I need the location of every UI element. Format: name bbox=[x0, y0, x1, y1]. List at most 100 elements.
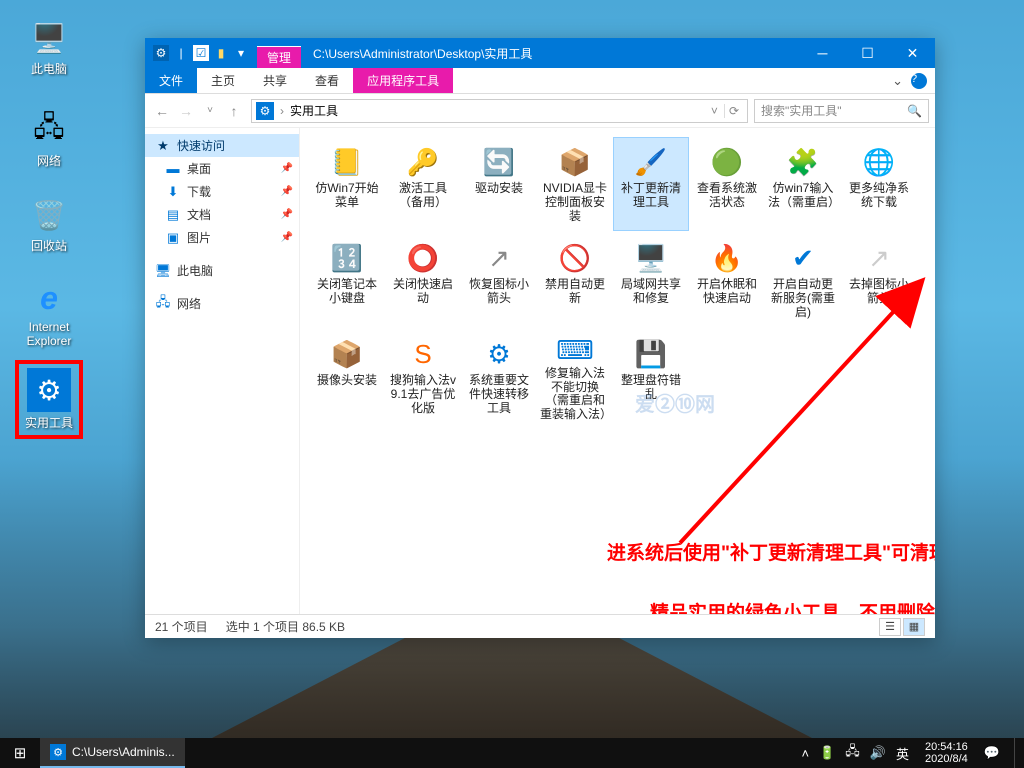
taskbar: ⊞ ⚙ C:\Users\Adminis... ˄ 🔋 🖧 🔊 英 20:54:… bbox=[0, 738, 1024, 768]
file-item[interactable]: 📦摄像头安装 bbox=[310, 330, 384, 422]
search-box[interactable]: 搜索"实用工具" 🔍 bbox=[754, 99, 929, 123]
file-item[interactable]: S搜狗输入法v9.1去广告优化版 bbox=[386, 330, 460, 422]
recycle-icon: 🗑️ bbox=[29, 195, 69, 235]
recycle-label: 回收站 bbox=[15, 237, 83, 254]
checkbox-icon[interactable]: ☑ bbox=[193, 45, 209, 61]
file-item[interactable]: 🔑激活工具（备用） bbox=[386, 138, 460, 230]
maximize-button[interactable]: ☐ bbox=[845, 38, 890, 68]
file-label: 驱动安装 bbox=[473, 182, 525, 196]
refresh-icon[interactable]: ⟳ bbox=[724, 104, 743, 118]
network-label: 网络 bbox=[15, 152, 83, 169]
file-list[interactable]: 📒仿Win7开始菜单🔑激活工具（备用）🔄驱动安装📦NVIDIA显卡控制面板安装🖌… bbox=[300, 128, 935, 614]
file-label: 仿win7输入法（需重启） bbox=[766, 182, 840, 210]
desktop-icon-network[interactable]: 🖧 网络 bbox=[15, 110, 83, 169]
addr-dropdown-icon[interactable]: ˅ bbox=[711, 104, 718, 118]
file-label: 恢复图标小箭头 bbox=[462, 278, 536, 306]
desktop-icon-tools[interactable]: ⚙ 实用工具 bbox=[15, 360, 83, 439]
file-item[interactable]: 🧩仿win7输入法（需重启） bbox=[766, 138, 840, 230]
status-bar: 21 个项目 选中 1 个项目 86.5 KB ☰ ▦ bbox=[145, 614, 935, 638]
file-icon: 💾 bbox=[631, 334, 671, 374]
star-icon: ★ bbox=[155, 138, 171, 154]
ribbon-expand-icon[interactable]: ⌄ bbox=[892, 73, 903, 89]
file-label: 摄像头安装 bbox=[315, 374, 379, 388]
start-button[interactable]: ⊞ bbox=[0, 738, 40, 768]
file-item[interactable]: ⭕关闭快速启动 bbox=[386, 234, 460, 326]
desktop-icon-recycle[interactable]: 🗑️ 回收站 bbox=[15, 195, 83, 254]
desktop-icon-thispc[interactable]: 🖥️ 此电脑 bbox=[15, 18, 83, 77]
taskbar-item-explorer[interactable]: ⚙ C:\Users\Adminis... bbox=[40, 738, 185, 768]
view-icons-icon[interactable]: ▦ bbox=[903, 618, 925, 636]
nav-pictures[interactable]: ▣图片📌 bbox=[145, 226, 299, 249]
breadcrumb[interactable]: 实用工具 bbox=[290, 102, 338, 119]
file-item[interactable]: 🌐更多纯净系统下载 bbox=[842, 138, 916, 230]
file-item[interactable]: ⚙系统重要文件快速转移工具 bbox=[462, 330, 536, 422]
annotation-arrow bbox=[670, 263, 935, 553]
tab-apptools[interactable]: 应用程序工具 bbox=[353, 68, 453, 93]
file-icon: 🔑 bbox=[403, 142, 443, 182]
addr-gear-icon: ⚙ bbox=[256, 102, 274, 120]
nav-back-icon[interactable]: ← bbox=[151, 100, 173, 122]
nav-thispc[interactable]: 🖥此电脑 bbox=[145, 259, 299, 282]
file-item[interactable]: 🖌️补丁更新清理工具 bbox=[614, 138, 688, 230]
close-button[interactable]: ✕ bbox=[890, 38, 935, 68]
file-item[interactable]: 🚫禁用自动更新 bbox=[538, 234, 612, 326]
tab-share[interactable]: 共享 bbox=[249, 68, 301, 93]
file-item[interactable]: ⌨修复输入法不能切换（需重启和重装输入法） bbox=[538, 330, 612, 422]
ie-icon: e bbox=[29, 278, 69, 318]
annotation-text-2: 精品实用的绿色小工具，不用删除即可 bbox=[650, 598, 935, 614]
file-item[interactable]: ↗恢复图标小箭头 bbox=[462, 234, 536, 326]
tray-network-icon[interactable]: 🖧 bbox=[845, 742, 860, 764]
desktop-icon-ie[interactable]: e Internet Explorer bbox=[15, 278, 83, 348]
qat-dropdown-icon[interactable]: ▾ bbox=[233, 45, 249, 61]
tray-battery-icon[interactable]: 🔋 bbox=[819, 745, 835, 761]
tray-time: 20:54:16 bbox=[925, 741, 968, 753]
folder-icon[interactable]: ▮ bbox=[213, 45, 229, 61]
tray-ime[interactable]: 英 bbox=[896, 744, 909, 763]
nav-recent-icon[interactable]: ˅ bbox=[199, 100, 221, 122]
tab-home[interactable]: 主页 bbox=[197, 68, 249, 93]
file-label: NVIDIA显卡控制面板安装 bbox=[538, 182, 612, 223]
nav-desktop[interactable]: ▬桌面📌 bbox=[145, 157, 299, 180]
nav-downloads[interactable]: ⬇下载📌 bbox=[145, 180, 299, 203]
title-path: C:\Users\Administrator\Desktop\实用工具 bbox=[313, 45, 800, 62]
address-bar[interactable]: ⚙ › 实用工具 ˅ ⟳ bbox=[251, 99, 748, 123]
tab-view[interactable]: 查看 bbox=[301, 68, 353, 93]
file-icon: 🚫 bbox=[555, 238, 595, 278]
tray-notifications-icon[interactable]: 💬 bbox=[984, 745, 1000, 761]
nav-documents[interactable]: ▤文档📌 bbox=[145, 203, 299, 226]
file-icon: 🔢 bbox=[327, 238, 367, 278]
search-icon[interactable]: 🔍 bbox=[907, 104, 922, 118]
window-controls: ─ ☐ ✕ bbox=[800, 38, 935, 68]
tray-volume-icon[interactable]: 🔊 bbox=[870, 745, 886, 761]
tray-up-icon[interactable]: ˄ bbox=[802, 746, 810, 761]
file-label: 激活工具（备用） bbox=[386, 182, 460, 210]
file-item[interactable]: 🔄驱动安装 bbox=[462, 138, 536, 230]
file-item[interactable]: 📦NVIDIA显卡控制面板安装 bbox=[538, 138, 612, 230]
view-details-icon[interactable]: ☰ bbox=[879, 618, 901, 636]
title-bar[interactable]: ⚙ | ☑ ▮ ▾ 管理 C:\Users\Administrator\Desk… bbox=[145, 38, 935, 68]
address-row: ← → ˅ ↑ ⚙ › 实用工具 ˅ ⟳ 搜索"实用工具" 🔍 bbox=[145, 94, 935, 128]
file-icon: 📦 bbox=[555, 142, 595, 182]
tray-clock[interactable]: 20:54:16 2020/8/4 bbox=[919, 741, 974, 765]
help-icon[interactable]: ? bbox=[911, 73, 927, 89]
file-item[interactable]: 📒仿Win7开始菜单 bbox=[310, 138, 384, 230]
minimize-button[interactable]: ─ bbox=[800, 38, 845, 68]
file-item[interactable]: 🔢关闭笔记本小键盘 bbox=[310, 234, 384, 326]
file-icon: 📦 bbox=[327, 334, 367, 374]
tab-file[interactable]: 文件 bbox=[145, 68, 197, 93]
nav-forward-icon[interactable]: → bbox=[175, 100, 197, 122]
qat-sep: | bbox=[173, 45, 189, 61]
file-icon: 🧩 bbox=[783, 142, 823, 182]
file-item[interactable]: 🟢查看系统激活状态 bbox=[690, 138, 764, 230]
file-icon: 📒 bbox=[327, 142, 367, 182]
nav-up-icon[interactable]: ↑ bbox=[223, 100, 245, 122]
show-desktop[interactable] bbox=[1014, 738, 1020, 768]
gear-icon: ⚙ bbox=[153, 45, 169, 61]
pin-icon: 📌 bbox=[281, 163, 293, 174]
nav-network[interactable]: 🖧网络 bbox=[145, 292, 299, 315]
nav-quick-access[interactable]: ★快速访问 bbox=[145, 134, 299, 157]
file-icon: 🌐 bbox=[859, 142, 899, 182]
file-label: 搜狗输入法v9.1去广告优化版 bbox=[386, 374, 460, 415]
file-icon: 🖌️ bbox=[631, 142, 671, 182]
desktop-small-icon: ▬ bbox=[165, 161, 181, 177]
